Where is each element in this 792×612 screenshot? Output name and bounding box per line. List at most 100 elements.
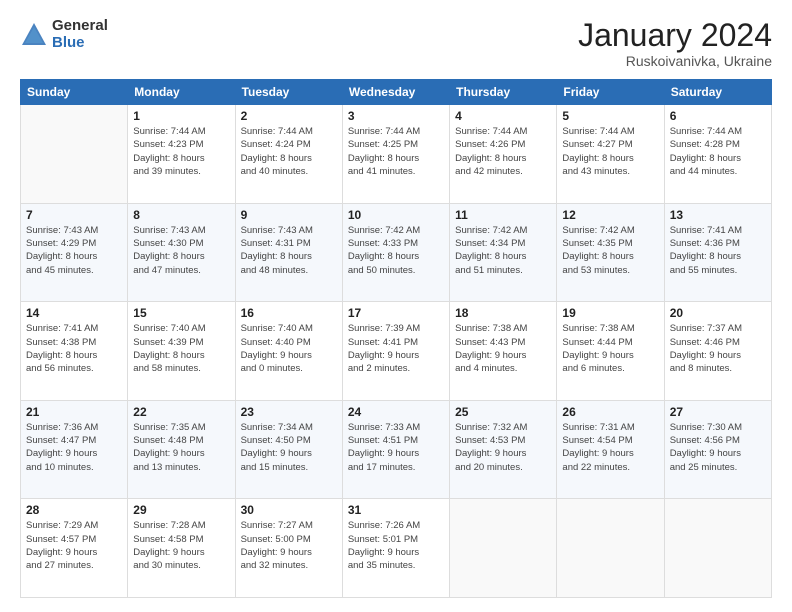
- day-number: 3: [348, 109, 444, 123]
- day-info: Sunrise: 7:29 AM Sunset: 4:57 PM Dayligh…: [26, 519, 122, 572]
- calendar-cell: 1Sunrise: 7:44 AM Sunset: 4:23 PM Daylig…: [128, 105, 235, 204]
- calendar-cell: [21, 105, 128, 204]
- day-number: 17: [348, 306, 444, 320]
- day-number: 2: [241, 109, 337, 123]
- day-info: Sunrise: 7:44 AM Sunset: 4:27 PM Dayligh…: [562, 125, 658, 178]
- calendar-cell: 31 Sunrise: 7:26 AM Sunset: 5:01 PM Dayli…: [342, 499, 449, 598]
- day-number: 4: [455, 109, 551, 123]
- day-number: 7: [26, 208, 122, 222]
- calendar-cell: 16 Sunrise: 7:40 AM Sunset: 4:40 PM Dayli…: [235, 302, 342, 401]
- day-info: Sunrise: 7:40 AM Sunset: 4:40 PM Dayligh…: [241, 322, 337, 375]
- day-info: Sunrise: 7:44 AM Sunset: 4:26 PM Dayligh…: [455, 125, 551, 178]
- day-info: Sunrise: 7:26 AM Sunset: 5:01 PM Dayligh…: [348, 519, 444, 572]
- calendar-cell: 10 Sunrise: 7:42 AM Sunset: 4:33 PM Dayli…: [342, 203, 449, 302]
- day-number: 9: [241, 208, 337, 222]
- page: General Blue January 2024 Ruskoivanivka,…: [0, 0, 792, 612]
- day-number: 27: [670, 405, 766, 419]
- calendar-cell: 24Sunrise: 7:33 AM Sunset: 4:51 PM Dayli…: [342, 400, 449, 499]
- day-number: 31: [348, 503, 444, 517]
- calendar-cell: 4 Sunrise: 7:44 AM Sunset: 4:26 PM Daylig…: [450, 105, 557, 204]
- day-number: 30: [241, 503, 337, 517]
- day-number: 12: [562, 208, 658, 222]
- day-number: 5: [562, 109, 658, 123]
- day-number: 14: [26, 306, 122, 320]
- day-info: Sunrise: 7:30 AM Sunset: 4:56 PM Dayligh…: [670, 421, 766, 474]
- logo-general-text: General: [52, 18, 108, 35]
- day-info: Sunrise: 7:35 AM Sunset: 4:48 PM Dayligh…: [133, 421, 229, 474]
- day-number: 25: [455, 405, 551, 419]
- col-sunday: Sunday: [21, 80, 128, 105]
- calendar-cell: 17Sunrise: 7:39 AM Sunset: 4:41 PM Dayli…: [342, 302, 449, 401]
- calendar-cell: 3 Sunrise: 7:44 AM Sunset: 4:25 PM Daylig…: [342, 105, 449, 204]
- calendar-cell: 28 Sunrise: 7:29 AM Sunset: 4:57 PM Dayli…: [21, 499, 128, 598]
- day-number: 18: [455, 306, 551, 320]
- calendar-cell: 12 Sunrise: 7:42 AM Sunset: 4:35 PM Dayli…: [557, 203, 664, 302]
- col-wednesday: Wednesday: [342, 80, 449, 105]
- day-info: Sunrise: 7:34 AM Sunset: 4:50 PM Dayligh…: [241, 421, 337, 474]
- col-tuesday: Tuesday: [235, 80, 342, 105]
- col-thursday: Thursday: [450, 80, 557, 105]
- title-block: January 2024 Ruskoivanivka, Ukraine: [578, 18, 772, 69]
- day-info: Sunrise: 7:43 AM Sunset: 4:29 PM Dayligh…: [26, 224, 122, 277]
- calendar-cell: 9 Sunrise: 7:43 AM Sunset: 4:31 PM Daylig…: [235, 203, 342, 302]
- calendar-week-4: 28 Sunrise: 7:29 AM Sunset: 4:57 PM Dayli…: [21, 499, 772, 598]
- header: General Blue January 2024 Ruskoivanivka,…: [20, 18, 772, 69]
- calendar-cell: 11 Sunrise: 7:42 AM Sunset: 4:34 PM Dayli…: [450, 203, 557, 302]
- calendar-week-2: 14Sunrise: 7:41 AM Sunset: 4:38 PM Dayli…: [21, 302, 772, 401]
- day-number: 28: [26, 503, 122, 517]
- calendar-cell: [450, 499, 557, 598]
- logo: General Blue: [20, 18, 108, 51]
- col-friday: Friday: [557, 80, 664, 105]
- calendar-cell: 27 Sunrise: 7:30 AM Sunset: 4:56 PM Dayli…: [664, 400, 771, 499]
- calendar-cell: 26 Sunrise: 7:31 AM Sunset: 4:54 PM Dayli…: [557, 400, 664, 499]
- day-number: 24: [348, 405, 444, 419]
- day-info: Sunrise: 7:42 AM Sunset: 4:34 PM Dayligh…: [455, 224, 551, 277]
- logo-icon: [20, 21, 48, 49]
- day-number: 26: [562, 405, 658, 419]
- calendar-cell: 19Sunrise: 7:38 AM Sunset: 4:44 PM Dayli…: [557, 302, 664, 401]
- day-info: Sunrise: 7:42 AM Sunset: 4:35 PM Dayligh…: [562, 224, 658, 277]
- day-number: 21: [26, 405, 122, 419]
- day-number: 11: [455, 208, 551, 222]
- day-info: Sunrise: 7:37 AM Sunset: 4:46 PM Dayligh…: [670, 322, 766, 375]
- day-info: Sunrise: 7:28 AM Sunset: 4:58 PM Dayligh…: [133, 519, 229, 572]
- calendar-cell: 14Sunrise: 7:41 AM Sunset: 4:38 PM Dayli…: [21, 302, 128, 401]
- day-number: 29: [133, 503, 229, 517]
- logo-blue-text: Blue: [52, 35, 108, 52]
- day-info: Sunrise: 7:43 AM Sunset: 4:31 PM Dayligh…: [241, 224, 337, 277]
- calendar-cell: [664, 499, 771, 598]
- day-number: 19: [562, 306, 658, 320]
- day-number: 6: [670, 109, 766, 123]
- day-info: Sunrise: 7:44 AM Sunset: 4:24 PM Dayligh…: [241, 125, 337, 178]
- calendar-cell: 29 Sunrise: 7:28 AM Sunset: 4:58 PM Dayli…: [128, 499, 235, 598]
- calendar-cell: 20 Sunrise: 7:37 AM Sunset: 4:46 PM Dayli…: [664, 302, 771, 401]
- title-location: Ruskoivanivka, Ukraine: [578, 53, 772, 69]
- calendar-cell: 23 Sunrise: 7:34 AM Sunset: 4:50 PM Dayli…: [235, 400, 342, 499]
- day-info: Sunrise: 7:43 AM Sunset: 4:30 PM Dayligh…: [133, 224, 229, 277]
- day-info: Sunrise: 7:32 AM Sunset: 4:53 PM Dayligh…: [455, 421, 551, 474]
- day-info: Sunrise: 7:31 AM Sunset: 4:54 PM Dayligh…: [562, 421, 658, 474]
- col-saturday: Saturday: [664, 80, 771, 105]
- calendar-cell: 21 Sunrise: 7:36 AM Sunset: 4:47 PM Dayli…: [21, 400, 128, 499]
- day-info: Sunrise: 7:44 AM Sunset: 4:28 PM Dayligh…: [670, 125, 766, 178]
- title-month: January 2024: [578, 18, 772, 53]
- calendar-header-row: Sunday Monday Tuesday Wednesday Thursday…: [21, 80, 772, 105]
- day-number: 10: [348, 208, 444, 222]
- calendar-table: Sunday Monday Tuesday Wednesday Thursday…: [20, 79, 772, 598]
- day-number: 20: [670, 306, 766, 320]
- day-info: Sunrise: 7:41 AM Sunset: 4:36 PM Dayligh…: [670, 224, 766, 277]
- day-number: 1: [133, 109, 229, 123]
- calendar-week-0: 1Sunrise: 7:44 AM Sunset: 4:23 PM Daylig…: [21, 105, 772, 204]
- day-info: Sunrise: 7:36 AM Sunset: 4:47 PM Dayligh…: [26, 421, 122, 474]
- calendar-cell: 5 Sunrise: 7:44 AM Sunset: 4:27 PM Daylig…: [557, 105, 664, 204]
- day-number: 16: [241, 306, 337, 320]
- day-info: Sunrise: 7:38 AM Sunset: 4:43 PM Dayligh…: [455, 322, 551, 375]
- day-number: 23: [241, 405, 337, 419]
- calendar-cell: [557, 499, 664, 598]
- calendar-cell: 13Sunrise: 7:41 AM Sunset: 4:36 PM Dayli…: [664, 203, 771, 302]
- day-info: Sunrise: 7:40 AM Sunset: 4:39 PM Dayligh…: [133, 322, 229, 375]
- day-info: Sunrise: 7:42 AM Sunset: 4:33 PM Dayligh…: [348, 224, 444, 277]
- calendar-cell: 30Sunrise: 7:27 AM Sunset: 5:00 PM Dayli…: [235, 499, 342, 598]
- day-info: Sunrise: 7:44 AM Sunset: 4:25 PM Dayligh…: [348, 125, 444, 178]
- calendar-cell: 18 Sunrise: 7:38 AM Sunset: 4:43 PM Dayli…: [450, 302, 557, 401]
